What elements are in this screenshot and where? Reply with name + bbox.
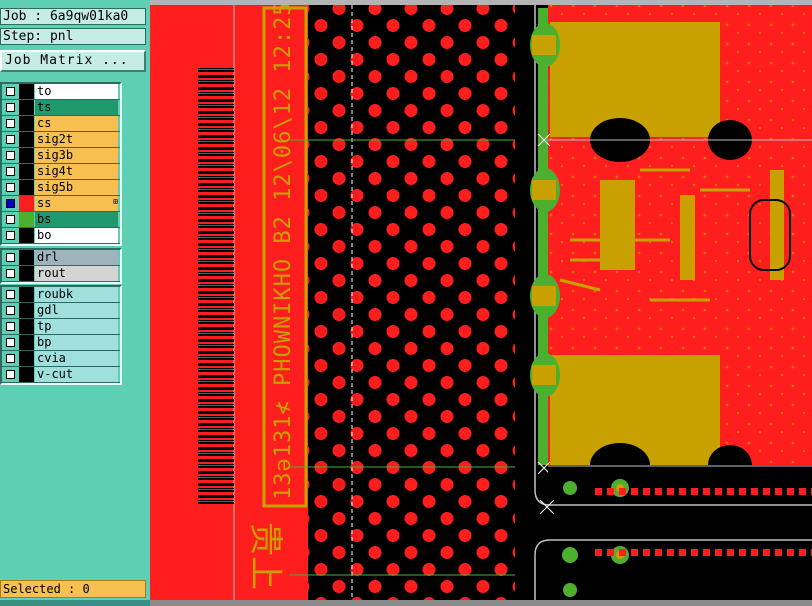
layer-row-ts[interactable]: ts [2, 100, 120, 116]
layer-checkbox[interactable] [6, 269, 15, 278]
layer-checkbox[interactable] [6, 322, 15, 331]
layer-checkbox[interactable] [6, 338, 15, 347]
layer-name[interactable]: cvia [35, 351, 118, 366]
layer-checkbox[interactable] [6, 215, 15, 224]
layer-name[interactable]: sig3b [35, 148, 118, 163]
layer-affected-marker[interactable] [19, 335, 34, 350]
layer-name[interactable]: ss [35, 196, 118, 211]
layer-checkbox[interactable] [6, 290, 15, 299]
layer-row-tp[interactable]: tp [2, 319, 120, 335]
layer-affected-marker[interactable] [19, 164, 34, 179]
layer-checkbox[interactable] [6, 167, 15, 176]
layer-checkbox[interactable] [6, 370, 15, 379]
graphic-editor-canvas[interactable]: 13ə131≮ PHOWNIKHO B2 12\06\12 12:25 贵上 [150, 0, 812, 606]
layer-row-rout[interactable]: rout [2, 266, 120, 282]
layer-row-roubk[interactable]: roubk [2, 287, 120, 303]
layer-row-to[interactable]: to [2, 84, 120, 100]
layer-affected-marker[interactable] [19, 228, 34, 243]
layer-name[interactable]: sig5b [35, 180, 118, 195]
bottom-scrollbar[interactable] [150, 600, 812, 606]
layer-name[interactable]: drl [35, 250, 118, 265]
layer-affected-marker[interactable] [19, 266, 34, 281]
layer-checkbox[interactable] [6, 119, 15, 128]
layer-row-gdl[interactable]: gdl [2, 303, 120, 319]
layer-affected-marker[interactable] [19, 148, 34, 163]
layer-name[interactable]: to [35, 84, 118, 99]
layer-affected-marker[interactable] [19, 367, 34, 382]
layer-affected-marker[interactable] [19, 100, 34, 115]
layer-row-ss[interactable]: ss ⊞ [2, 196, 120, 212]
layer-name[interactable]: v-cut [35, 367, 118, 382]
layer-checkbox[interactable] [6, 199, 15, 208]
layer-affected-marker[interactable] [19, 196, 34, 211]
date-stamp-text: 13ə131≮ PHOWNIKHO B2 12\06\12 12:25 [271, 1, 296, 500]
layer-checkbox[interactable] [6, 135, 15, 144]
layer-name[interactable]: bs [35, 212, 118, 227]
chinese-mark: 贵上 [245, 522, 285, 590]
sidebar-bottom-bar [0, 600, 150, 606]
layer-affected-marker[interactable] [19, 116, 34, 131]
layer-affected-marker[interactable] [19, 132, 34, 147]
layer-row-drl[interactable]: drl [2, 250, 120, 266]
layer-affected-marker[interactable] [19, 84, 34, 99]
layer-row-bs[interactable]: bs [2, 212, 120, 228]
top-scrollbar[interactable] [150, 0, 812, 5]
layer-affected-marker[interactable] [19, 287, 34, 302]
layer-checkbox[interactable] [6, 151, 15, 160]
layer-checkbox[interactable] [6, 103, 15, 112]
layer-checkbox[interactable] [6, 253, 15, 262]
selected-count-status: Selected : 0 [0, 580, 146, 598]
layer-name[interactable]: rout [35, 266, 118, 281]
layer-affected-marker[interactable] [19, 303, 34, 318]
layer-name[interactable]: ts [35, 100, 118, 115]
layer-name[interactable]: sig4t [35, 164, 118, 179]
layer-affected-marker[interactable] [19, 180, 34, 195]
layer-affected-marker[interactable] [19, 250, 34, 265]
layer-name[interactable]: bo [35, 228, 118, 243]
layer-row-v-cut[interactable]: v-cut [2, 367, 120, 383]
layer-affected-marker[interactable] [19, 212, 34, 227]
layer-checkbox[interactable] [6, 183, 15, 192]
layer-row-cs[interactable]: cs [2, 116, 120, 132]
layer-checkbox[interactable] [6, 231, 15, 240]
layer-name[interactable]: gdl [35, 303, 118, 318]
layer-options-icon[interactable]: ⊞ [113, 197, 118, 206]
layer-row-sig3b[interactable]: sig3b [2, 148, 120, 164]
drill-layer-list: drl rout [0, 248, 122, 284]
layer-checkbox[interactable] [6, 306, 15, 315]
layer-checkbox[interactable] [6, 354, 15, 363]
job-name-field: Job : 6a9qw01ka0 [0, 8, 146, 25]
layer-row-bo[interactable]: bo [2, 228, 120, 244]
layer-affected-marker[interactable] [19, 351, 34, 366]
layer-checkbox[interactable] [6, 87, 15, 96]
layer-row-cvia[interactable]: cvia [2, 351, 120, 367]
layer-name[interactable]: roubk [35, 287, 118, 302]
layer-name[interactable]: tp [35, 319, 118, 334]
layer-name[interactable]: bp [35, 335, 118, 350]
layer-row-sig4t[interactable]: sig4t [2, 164, 120, 180]
layer-row-sig2t[interactable]: sig2t [2, 132, 120, 148]
layer-name[interactable]: sig2t [35, 132, 118, 147]
layer-row-sig5b[interactable]: sig5b [2, 180, 120, 196]
board-layer-list: to ts cs sig2t sig3b sig4t sig5b ss ⊞ bs bo [0, 82, 122, 246]
step-name-field: Step: pnl [0, 28, 146, 45]
layer-name[interactable]: cs [35, 116, 118, 131]
layer-affected-marker[interactable] [19, 319, 34, 334]
job-matrix-button[interactable]: Job Matrix ... [0, 50, 146, 72]
misc-layer-list: roubk gdl tp bp cvia v-cut [0, 285, 122, 385]
layer-row-bp[interactable]: bp [2, 335, 120, 351]
layer-sidebar: Job : 6a9qw01ka0 Step: pnl Job Matrix ..… [0, 0, 150, 606]
